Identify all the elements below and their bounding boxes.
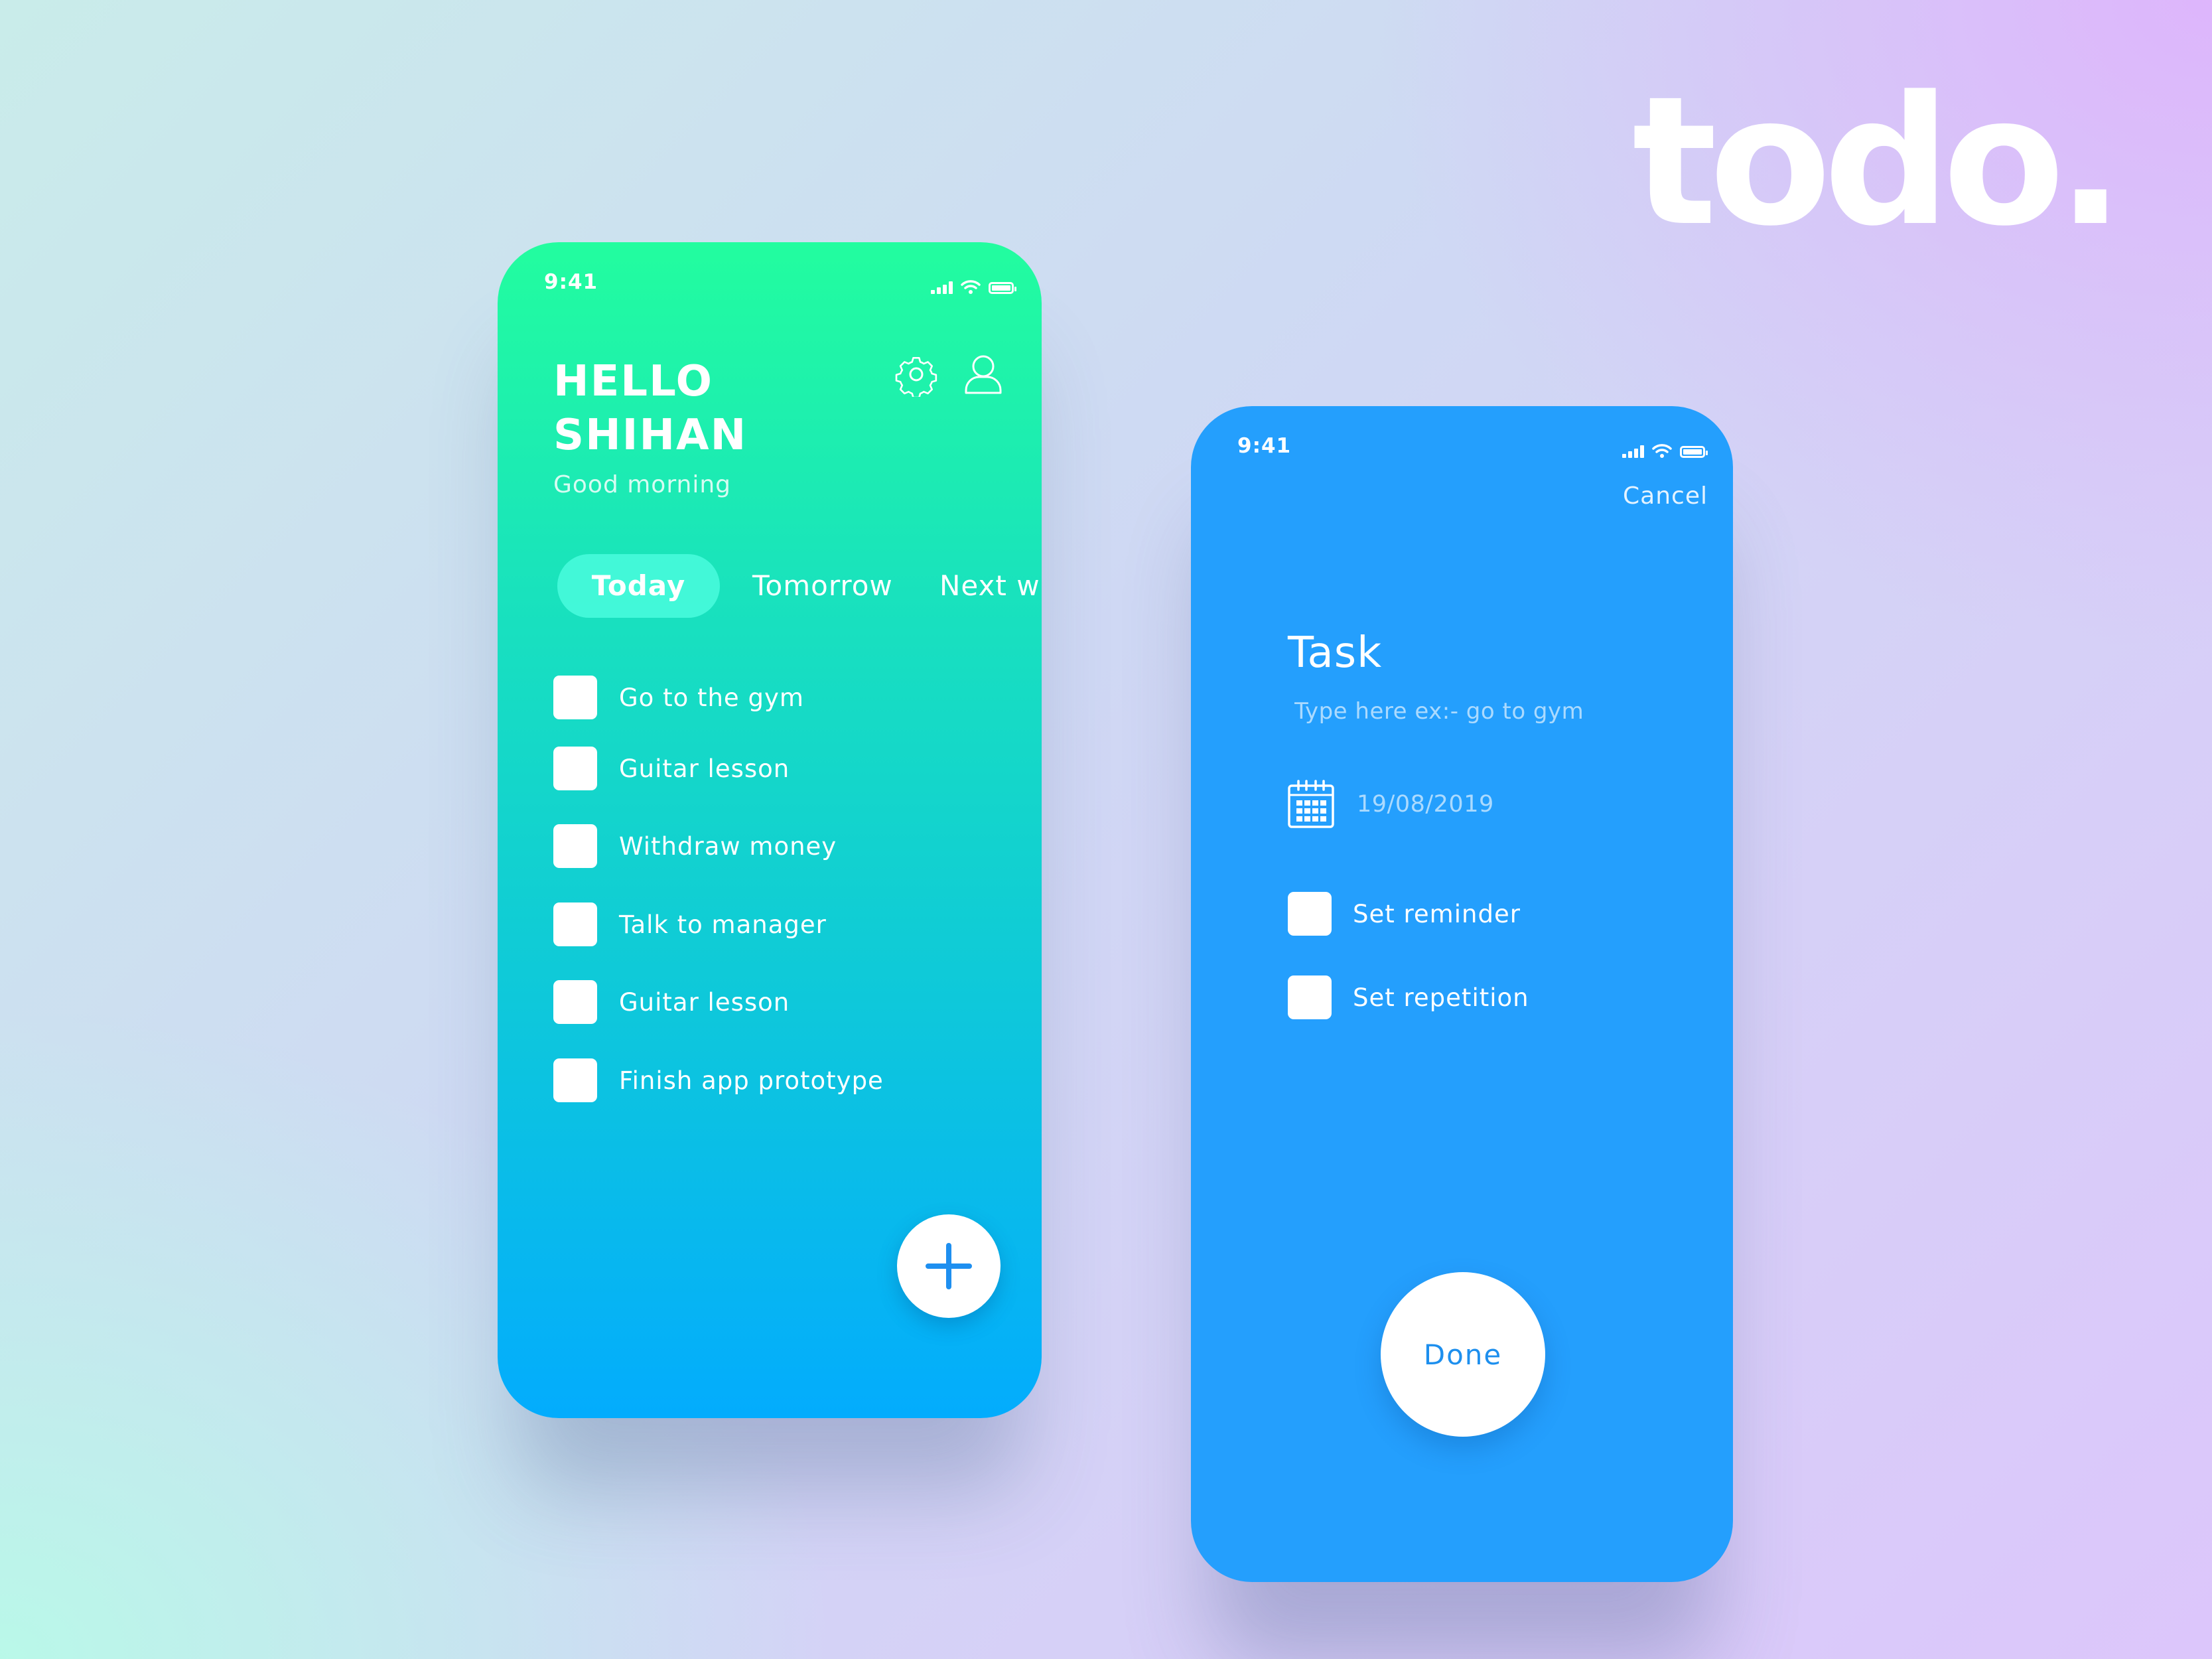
add-task-button[interactable] <box>897 1214 1001 1318</box>
tab-tomorrow[interactable]: Tomorrow <box>752 554 893 618</box>
tab-today[interactable]: Today <box>557 554 720 618</box>
task-item-prototype: Finish app prototype <box>553 1058 884 1102</box>
repetition-checkbox[interactable] <box>1288 975 1332 1019</box>
reminder-checkbox[interactable] <box>1288 892 1332 936</box>
calendar-icon <box>1288 780 1334 828</box>
app-logo: todo. <box>1632 58 2124 265</box>
task-list-screen: 9:41 HELLO SHIHAN Good morning Today Tom… <box>498 242 1042 1418</box>
task-checkbox[interactable] <box>553 902 597 946</box>
gear-icon[interactable] <box>894 352 939 397</box>
user-icon[interactable] <box>962 352 1004 397</box>
task-label: Withdraw money <box>619 831 837 861</box>
repetition-label: Set repetition <box>1353 983 1529 1012</box>
battery-icon <box>1680 446 1708 458</box>
signal-icon <box>1622 445 1644 458</box>
plus-icon <box>926 1243 972 1289</box>
battery-icon <box>989 282 1016 294</box>
tab-next-week[interactable]: Next w <box>939 554 1040 618</box>
greeting-line-name: SHIHAN <box>553 411 748 460</box>
task-date: 19/08/2019 <box>1357 791 1494 818</box>
new-task-screen: 9:41 Cancel Task Type here ex:- go to gy… <box>1191 406 1733 1582</box>
task-title: Task <box>1288 628 1383 678</box>
task-label: Go to the gym <box>619 683 804 712</box>
set-reminder-option: Set reminder <box>1288 892 1521 936</box>
status-icons <box>1622 437 1708 458</box>
done-button[interactable]: Done <box>1381 1272 1545 1437</box>
task-label: Guitar lesson <box>619 754 790 783</box>
wifi-icon <box>961 280 981 294</box>
task-checkbox[interactable] <box>553 824 597 868</box>
signal-icon <box>931 281 953 294</box>
task-checkbox[interactable] <box>553 980 597 1024</box>
greeting-heading: HELLO SHIHAN <box>553 355 747 463</box>
task-item-gym: Go to the gym <box>553 676 804 719</box>
status-bar: 9:41 <box>1191 427 1733 467</box>
set-repetition-option: Set repetition <box>1288 975 1529 1019</box>
status-time: 9:41 <box>1237 434 1292 458</box>
task-checkbox[interactable] <box>553 676 597 719</box>
reminder-label: Set reminder <box>1353 899 1521 928</box>
task-item-withdraw: Withdraw money <box>553 824 837 868</box>
task-label: Talk to manager <box>619 910 827 939</box>
task-item-guitar: Guitar lesson <box>553 747 790 790</box>
task-label: Guitar lesson <box>619 987 790 1017</box>
task-checkbox[interactable] <box>553 1058 597 1102</box>
date-row[interactable]: 19/08/2019 <box>1286 779 1494 830</box>
task-label: Finish app prototype <box>619 1066 884 1095</box>
wifi-icon <box>1652 444 1672 458</box>
task-item-manager: Talk to manager <box>553 902 827 946</box>
cancel-button[interactable]: Cancel <box>1623 482 1708 510</box>
status-time: 9:41 <box>544 270 598 294</box>
greeting-subtitle: Good morning <box>553 471 731 498</box>
status-bar: 9:41 <box>498 263 1042 303</box>
task-input[interactable] <box>1294 691 1706 731</box>
status-icons <box>931 273 1016 294</box>
greeting-line-hello: HELLO <box>553 357 713 406</box>
task-item-guitar-2: Guitar lesson <box>553 980 790 1024</box>
task-checkbox[interactable] <box>553 747 597 790</box>
